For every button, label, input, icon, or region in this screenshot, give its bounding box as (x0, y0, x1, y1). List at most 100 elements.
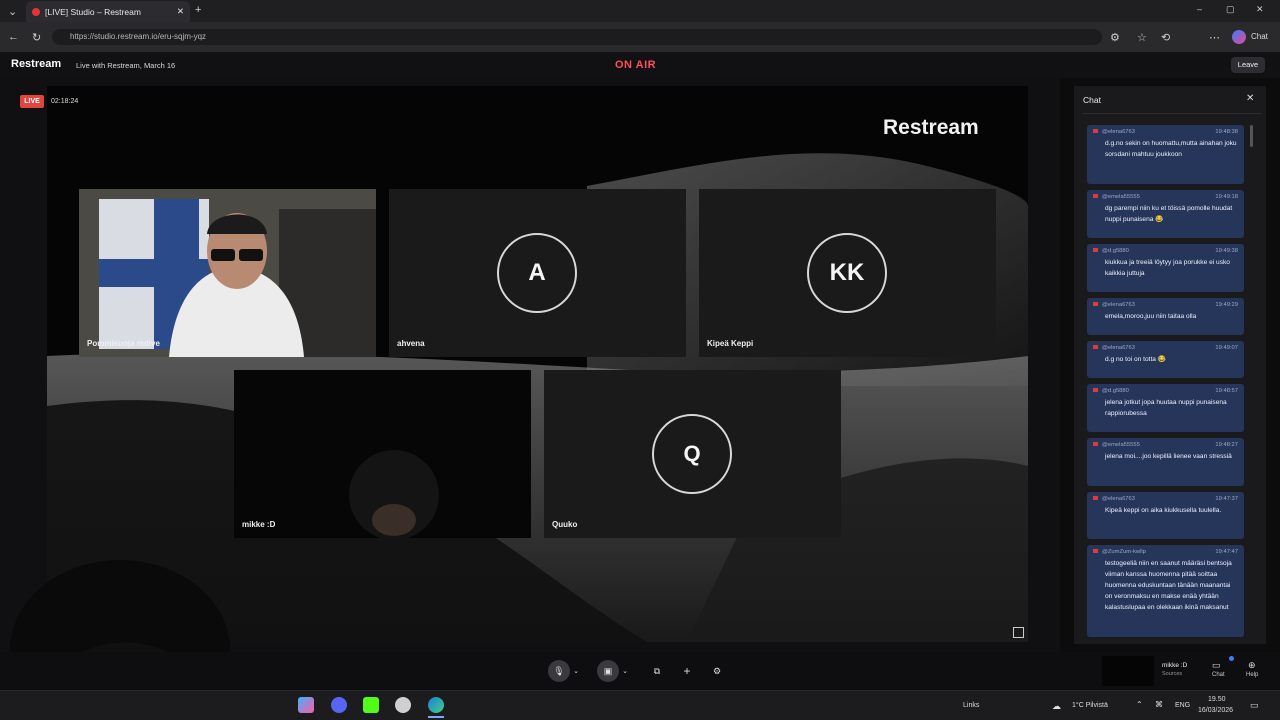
stream-timer: 02:18:24 (51, 98, 79, 105)
chat-username: @d.g5880 (1093, 248, 1129, 254)
chat-toggle-icon[interactable]: ▭ (1212, 660, 1221, 671)
chat-message[interactable]: @emela55555 19:49:18 dg parempi niin ku e… (1087, 190, 1244, 238)
participant-tile[interactable]: Pommisuoja mdive (79, 189, 376, 357)
favorites-icon[interactable]: ☆ (1137, 31, 1147, 44)
tab-list-icon[interactable]: ⌄ (8, 5, 17, 18)
clock-date[interactable]: 16/03/2026 (1198, 707, 1233, 714)
app-icon[interactable] (395, 697, 411, 713)
url-field[interactable]: https://studio.restream.io/eru-sqjm-yqz (52, 29, 1102, 45)
chat-text: jelena jotkut jopa huutaa nuppi punaisen… (1105, 399, 1227, 417)
tray-chevron-icon[interactable]: ⌃ (1136, 700, 1143, 709)
reload-icon[interactable]: ↻ (32, 31, 41, 44)
chat-timestamp: 19:47:37 (1215, 496, 1238, 502)
browser-tab[interactable]: [LIVE] Studio – Restream ✕ (26, 1, 190, 22)
more-menu-icon[interactable]: ⋯ (1209, 31, 1220, 44)
fullscreen-icon[interactable] (1013, 627, 1024, 638)
chat-scrollbar[interactable] (1250, 125, 1253, 147)
chat-username: @elena6763 (1093, 496, 1135, 502)
clock-time[interactable]: 19.50 (1208, 696, 1226, 703)
tab-title: [LIVE] Studio – Restream (45, 6, 141, 17)
settings-icon[interactable]: ⚙ (706, 660, 728, 682)
chat-username: @emela55555 (1093, 442, 1140, 448)
chat-text: testogeeliä niin en saanut määräsi bents… (1105, 560, 1232, 611)
webcam-video (349, 450, 439, 538)
camera-options-chevron-icon[interactable]: ⌄ (619, 660, 631, 682)
participant-tile[interactable]: mikke :D (234, 370, 531, 538)
browser-tab-bar (0, 0, 1280, 22)
chat-username: @d.g5880 (1093, 388, 1129, 394)
minimize-icon[interactable]: – (1197, 4, 1202, 14)
chat-username: @emela55555 (1093, 194, 1140, 200)
participant-avatar: KK (807, 233, 887, 313)
new-tab-icon[interactable]: + (195, 4, 201, 16)
chat-notification-dot (1229, 656, 1234, 661)
add-icon[interactable]: + (676, 660, 698, 682)
brand-watermark: Restream (883, 116, 979, 139)
chat-timestamp: 19:48:27 (1215, 442, 1238, 448)
participant-name: Quuko (552, 520, 578, 529)
share-screen-icon[interactable]: ⧉ (646, 660, 668, 682)
mic-options-chevron-icon[interactable]: ⌄ (570, 660, 582, 682)
close-tab-icon[interactable]: ✕ (177, 6, 184, 17)
help-label[interactable]: Help (1246, 672, 1258, 678)
discord-icon[interactable] (331, 697, 347, 713)
chat-title: Chat (1083, 95, 1101, 105)
chat-message[interactable]: @elena6763 19:49:07 d.g no toi on totta 😂 (1087, 341, 1244, 378)
network-icon[interactable]: ⌘ (1155, 700, 1163, 709)
leave-button[interactable]: Leave (1231, 57, 1265, 73)
show-title[interactable]: Live with Restream, March 16 (76, 61, 175, 70)
edge-icon[interactable] (428, 697, 444, 713)
close-chat-icon[interactable]: ✕ (1246, 93, 1254, 104)
self-preview[interactable] (1102, 656, 1154, 686)
chat-text: d.g no toi on totta 😂 (1105, 356, 1166, 363)
chat-timestamp: 19:47:47 (1215, 549, 1238, 555)
help-icon[interactable]: ⊕ (1248, 660, 1256, 671)
close-window-icon[interactable]: ✕ (1256, 4, 1264, 15)
chat-timestamp: 19:49:18 (1215, 194, 1238, 200)
restream-logo[interactable]: Restream (11, 58, 61, 70)
extensions-icon[interactable]: ⚙ (1110, 31, 1120, 44)
chat-username: @elena6763 (1093, 129, 1135, 135)
chat-message[interactable]: @elena6763 19:48:38 d.g.no sekin on huoma… (1087, 125, 1244, 184)
weather-text[interactable]: 1°C Pilvistä (1072, 702, 1108, 709)
chat-message[interactable]: @elena6763 19:47:37 Kipeä keppi on aika k… (1087, 492, 1244, 539)
camera-icon[interactable]: ▣ (597, 660, 619, 682)
chat-text: d.g.no sekin on huomattu,mutta ainahan j… (1105, 140, 1237, 158)
chat-message[interactable]: @emela55555 19:48:27 jelena moi....joo ke… (1087, 438, 1244, 486)
notifications-icon[interactable]: ▭ (1250, 700, 1259, 711)
chat-message[interactable]: @elena6763 19:49:29 emela,moroo,juu niin … (1087, 298, 1244, 335)
chat-timestamp: 19:49:07 (1215, 345, 1238, 351)
copilot-icon[interactable] (1232, 30, 1246, 44)
webcam-video (79, 189, 376, 357)
language-indicator[interactable]: ENG (1175, 702, 1190, 709)
chat-text: dg parempi niin ku et töissä pomolle huu… (1105, 205, 1233, 223)
chat-message[interactable]: @d.g5880 19:49:38 kiukkua ja treeiä löyty… (1087, 244, 1244, 292)
chat-username: @ZumZum-kwllp (1093, 549, 1146, 555)
links-toolbar[interactable]: Links (963, 702, 979, 709)
chat-message[interactable]: @d.g5880 19:48:57 jelena jotkut jopa huut… (1087, 384, 1244, 432)
photos-app-icon[interactable] (298, 697, 314, 713)
bottom-controls (0, 652, 1280, 690)
participant-name: Kipeä Keppi (707, 339, 754, 348)
chat-text: Kipeä keppi on aika kiukkusella tuulella… (1105, 507, 1222, 514)
history-icon[interactable]: ⟲ (1161, 31, 1170, 44)
participant-tile[interactable]: KK Kipeä Keppi (699, 189, 996, 357)
chat-username: @elena6763 (1093, 302, 1135, 308)
participant-tile[interactable]: A ahvena (389, 189, 686, 357)
chat-toggle-label[interactable]: Chat (1212, 672, 1225, 678)
active-app-indicator (428, 716, 444, 718)
back-icon[interactable]: ← (8, 31, 19, 43)
participant-tile[interactable]: Q Quuko (544, 370, 841, 538)
microphone-icon[interactable]: 🎙 (548, 660, 570, 682)
chat-username: @elena6763 (1093, 345, 1135, 351)
chat-message[interactable]: @ZumZum-kwllp 19:47:47 testogeeliä niin e… (1087, 545, 1244, 637)
weather-icon[interactable]: ☁ (1052, 701, 1061, 712)
kick-icon[interactable] (363, 697, 379, 713)
recording-icon (32, 7, 40, 16)
participant-name: mikke :D (242, 520, 276, 529)
maximize-icon[interactable]: ▢ (1226, 4, 1235, 15)
self-sources: Sources (1162, 671, 1183, 677)
on-air-indicator: ON AIR (615, 59, 657, 71)
live-badge: LIVE (20, 95, 44, 108)
copilot-chat-label[interactable]: Chat (1251, 32, 1268, 41)
